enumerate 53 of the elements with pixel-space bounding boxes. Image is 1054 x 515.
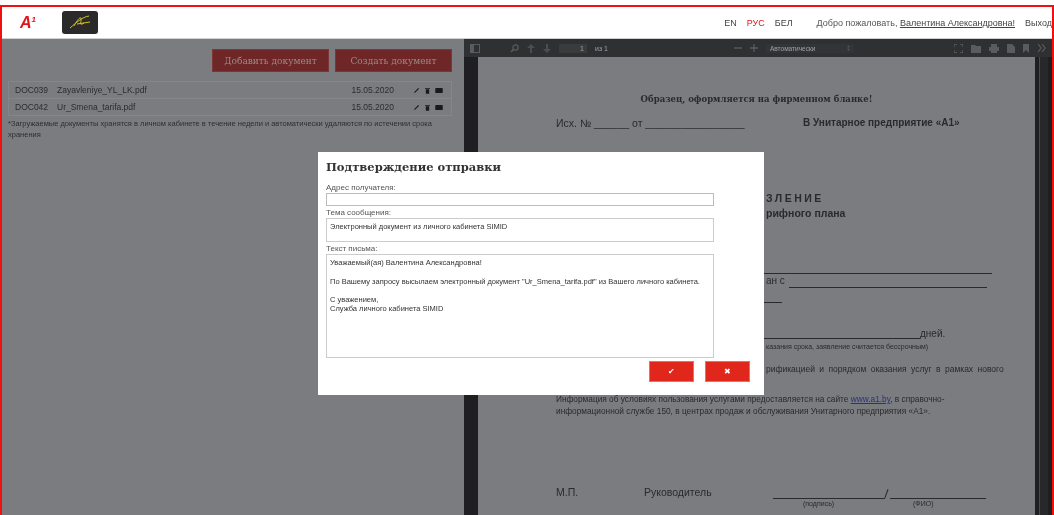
trash-icon[interactable] (425, 86, 430, 94)
pencil-icon[interactable] (413, 86, 420, 94)
document-text: рификацией и порядком оказания услуг в рамках нового (766, 364, 1004, 374)
double-chevron-icon[interactable] (1037, 44, 1046, 52)
sidebar-toggle-icon[interactable] (470, 43, 480, 53)
document-paragraph: Информация об условиях пользования услугами предоставляется на сайте www.a1.by, в справочно-информационной службе 150, в центрах продаж и обслуживания Унитарного предприятия «А1». (556, 393, 946, 417)
trash-icon[interactable] (425, 103, 430, 111)
document-date: 15.05.2020 (351, 102, 394, 112)
action-button[interactable]: Создать документ (335, 49, 452, 72)
document-title: ЗЛЕНИЕ (766, 192, 824, 204)
fullscreen-icon[interactable] (954, 43, 963, 53)
document-text: М.П. (556, 486, 579, 498)
document-text: дней. (920, 328, 946, 339)
print-icon[interactable] (989, 43, 999, 53)
document-text: Руководитель (644, 486, 712, 498)
document-subtitle: рифного плана (766, 207, 846, 219)
pencil-icon[interactable] (413, 103, 420, 111)
search-icon[interactable] (510, 43, 519, 53)
language-option[interactable]: БЕЛ (774, 17, 793, 28)
action-button[interactable]: Добавить документ (212, 49, 329, 72)
field-label: Тема сообщения: (326, 208, 392, 217)
welcome-text: Добро пожаловать, Валентина Александровна! (816, 17, 1016, 28)
document-file-name[interactable]: Ur_Smena_tarifa.pdf (57, 102, 352, 112)
document-file-name[interactable]: Zayavleniye_YL_LK.pdf (57, 85, 352, 95)
signature-icon (62, 11, 98, 34)
document-text: ан с (766, 275, 785, 286)
arrow-up-icon[interactable] (527, 43, 535, 53)
language-option[interactable]: EN (724, 17, 737, 28)
envelope-icon[interactable] (435, 104, 443, 110)
confirm-button[interactable]: ✔ (649, 361, 694, 382)
folder-icon[interactable] (971, 43, 981, 53)
document-id: DOC039 (15, 85, 50, 95)
document-icon[interactable] (1007, 43, 1015, 53)
field-label: Адрес получателя: (326, 183, 397, 192)
field-label: Текст письма: (326, 244, 379, 253)
bookmark-icon[interactable] (1023, 43, 1029, 53)
logo[interactable]: A$^{1}$ (20, 13, 36, 32)
document-text: Образец, оформляется на фирменном бланке! (639, 94, 874, 104)
document-date: 15.05.2020 (351, 85, 394, 95)
cancel-button[interactable]: ✖ (705, 361, 750, 382)
arrow-down-icon[interactable] (543, 43, 551, 53)
document-text: Исх. № ______ от _________________ (556, 117, 745, 129)
zoom-out-icon[interactable] (733, 44, 742, 52)
language-option[interactable]: РУС (746, 17, 765, 28)
document-text: В Унитарное предприятие «А1» (803, 117, 960, 128)
recipient-field[interactable] (326, 193, 714, 206)
user-name-link[interactable]: Валентина Александровна! (899, 17, 1016, 28)
dialog-title: Подтверждение отправки (326, 160, 503, 174)
scrollbar[interactable] (1039, 57, 1048, 515)
zoom-in-icon[interactable] (749, 44, 758, 52)
logout-link[interactable]: Выход (1025, 17, 1052, 28)
document-id: DOC042 (15, 102, 50, 112)
envelope-icon[interactable] (435, 87, 443, 93)
